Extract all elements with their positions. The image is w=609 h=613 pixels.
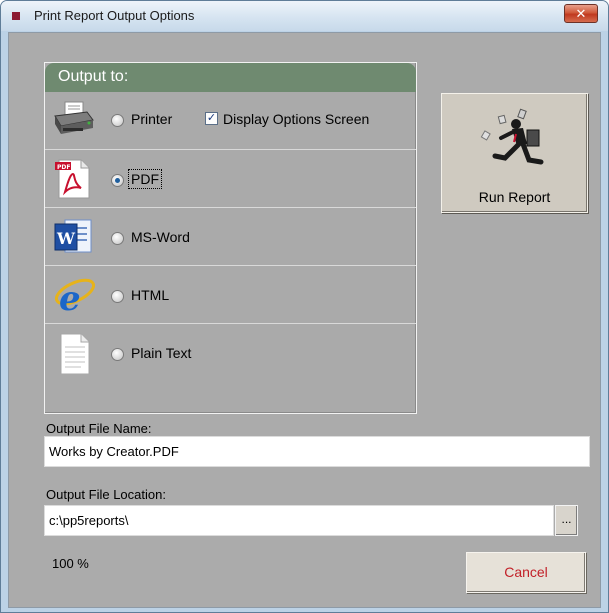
progress-percent: 100 % <box>52 556 89 571</box>
output-option-printer[interactable]: Printer ✓ Display Options Screen <box>45 92 416 150</box>
output-option-pdf[interactable]: PDF PDF <box>45 150 416 208</box>
display-options-label: Display Options Screen <box>223 111 370 127</box>
title-bar[interactable]: Print Report Output Options ✕ <box>1 1 608 31</box>
cancel-button[interactable]: Cancel <box>466 552 586 593</box>
pdf-radio[interactable] <box>111 174 124 187</box>
ms-word-radio[interactable] <box>111 232 124 245</box>
text-document-icon <box>60 333 90 374</box>
printer-radio[interactable] <box>111 114 124 127</box>
html-radio[interactable] <box>111 290 124 303</box>
ms-word-label: MS-Word <box>131 229 190 245</box>
plain-text-label: Plain Text <box>131 345 192 361</box>
output-to-group: Output to: Printer ✓ Display Options Scr… <box>44 62 417 414</box>
svg-text:W: W <box>56 229 76 248</box>
output-file-location-label: Output File Location: <box>46 487 166 502</box>
plain-text-radio[interactable] <box>111 348 124 361</box>
dialog-body: Output to: Printer ✓ Display Options Scr… <box>8 32 601 608</box>
pdf-document-icon: PDF <box>55 159 90 199</box>
run-report-label: Run Report <box>478 189 551 205</box>
output-file-location-input[interactable]: c:\pp5reports\ <box>44 505 554 536</box>
pdf-label: PDF <box>128 169 162 189</box>
output-option-ms-word[interactable]: W MS-Word <box>45 208 416 266</box>
svg-text:e: e <box>59 279 81 316</box>
close-button[interactable]: ✕ <box>564 4 598 23</box>
printer-icon <box>54 101 94 134</box>
output-file-name-label: Output File Name: <box>46 421 152 436</box>
app-icon <box>12 12 20 20</box>
output-option-html[interactable]: e HTML <box>45 266 416 324</box>
output-file-name-input[interactable]: Works by Creator.PDF <box>44 436 590 467</box>
svg-text:PDF: PDF <box>57 164 70 171</box>
output-group-header: Output to: <box>45 63 416 92</box>
ms-word-icon: W <box>54 219 92 253</box>
printer-label: Printer <box>131 111 173 127</box>
output-group-title: Output to: <box>58 68 129 85</box>
display-options-checkbox[interactable]: ✓ <box>205 112 218 125</box>
running-man-icon <box>480 108 544 165</box>
print-report-dialog: Print Report Output Options ✕ Output to: <box>0 0 609 613</box>
browse-location-button[interactable]: ... <box>555 505 578 536</box>
output-option-plain-text[interactable]: Plain Text <box>45 324 416 382</box>
html-label: HTML <box>131 287 170 303</box>
run-report-button[interactable]: Run Report <box>441 93 588 213</box>
window-title: Print Report Output Options <box>34 8 195 23</box>
internet-explorer-icon: e <box>54 278 95 316</box>
